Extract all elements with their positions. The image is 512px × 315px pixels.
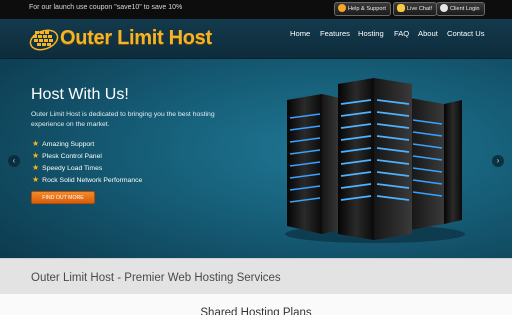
list-item: ★ Plesk Control Panel <box>32 150 142 162</box>
nav-hosting[interactable]: Hosting <box>358 29 384 38</box>
feature-label: Amazing Support <box>42 141 95 148</box>
nav-features[interactable]: Features <box>320 29 350 38</box>
tagline-band: Outer Limit Host - Premier Web Hosting S… <box>0 258 512 294</box>
help-support-label: Help & Support <box>348 6 386 12</box>
slider-next-arrow-icon[interactable]: › <box>492 155 504 167</box>
promo-text: For our launch use coupon "save10" to sa… <box>29 4 183 11</box>
feature-list: ★ Amazing Support ★ Plesk Control Panel ★ S… <box>32 138 142 186</box>
help-support-button[interactable]: Help & Support <box>334 2 391 16</box>
top-bar: For our launch use coupon "save10" to sa… <box>0 0 512 19</box>
star-icon: ★ <box>32 175 40 184</box>
nav-faq[interactable]: FAQ <box>394 29 409 38</box>
server-tower-center <box>338 78 412 240</box>
logo-text[interactable]: Outer Limit Host <box>60 27 212 50</box>
star-icon: ★ <box>32 163 40 172</box>
lifebuoy-icon <box>338 4 346 12</box>
hero-title: Host With Us! <box>31 86 129 103</box>
list-item: ★ Speedy Load Times <box>32 162 142 174</box>
star-icon: ★ <box>32 151 40 160</box>
live-chat-label: Live Chat! <box>407 6 433 12</box>
hero-section: Outer Limit Host Home Features Hosting F… <box>0 19 512 258</box>
tagline-text: Outer Limit Host - Premier Web Hosting S… <box>31 272 281 284</box>
nav-about[interactable]: About <box>418 29 438 38</box>
logo-icon[interactable] <box>29 25 59 51</box>
chat-bubble-icon <box>397 4 405 12</box>
site-header: Outer Limit Host Home Features Hosting F… <box>0 19 512 59</box>
server-tower-right <box>410 98 462 230</box>
slider-prev-arrow-icon[interactable]: ‹ <box>8 155 20 167</box>
hero-description: Outer Limit Host is dedicated to bringin… <box>31 111 215 128</box>
client-login-label: Client Login <box>450 6 480 12</box>
client-login-button[interactable]: Client Login <box>436 2 485 16</box>
plans-title: Shared Hosting Plans <box>200 307 312 315</box>
feature-label: Plesk Control Panel <box>42 153 102 160</box>
server-towers-image <box>285 78 465 243</box>
list-item: ★ Amazing Support <box>32 138 142 150</box>
live-chat-button[interactable]: Live Chat! <box>393 2 438 16</box>
server-tower-left <box>287 94 340 234</box>
nav-contact-us[interactable]: Contact Us <box>447 29 485 38</box>
plans-section: Shared Hosting Plans <box>0 294 512 315</box>
star-icon: ★ <box>32 139 40 148</box>
list-item: ★ Rock Solid Network Performance <box>32 174 142 186</box>
nav-home[interactable]: Home <box>290 29 310 38</box>
user-icon <box>440 4 448 12</box>
feature-label: Rock Solid Network Performance <box>42 177 143 184</box>
find-out-more-button[interactable]: FIND OUT MORE <box>31 191 95 204</box>
feature-label: Speedy Load Times <box>42 165 103 172</box>
